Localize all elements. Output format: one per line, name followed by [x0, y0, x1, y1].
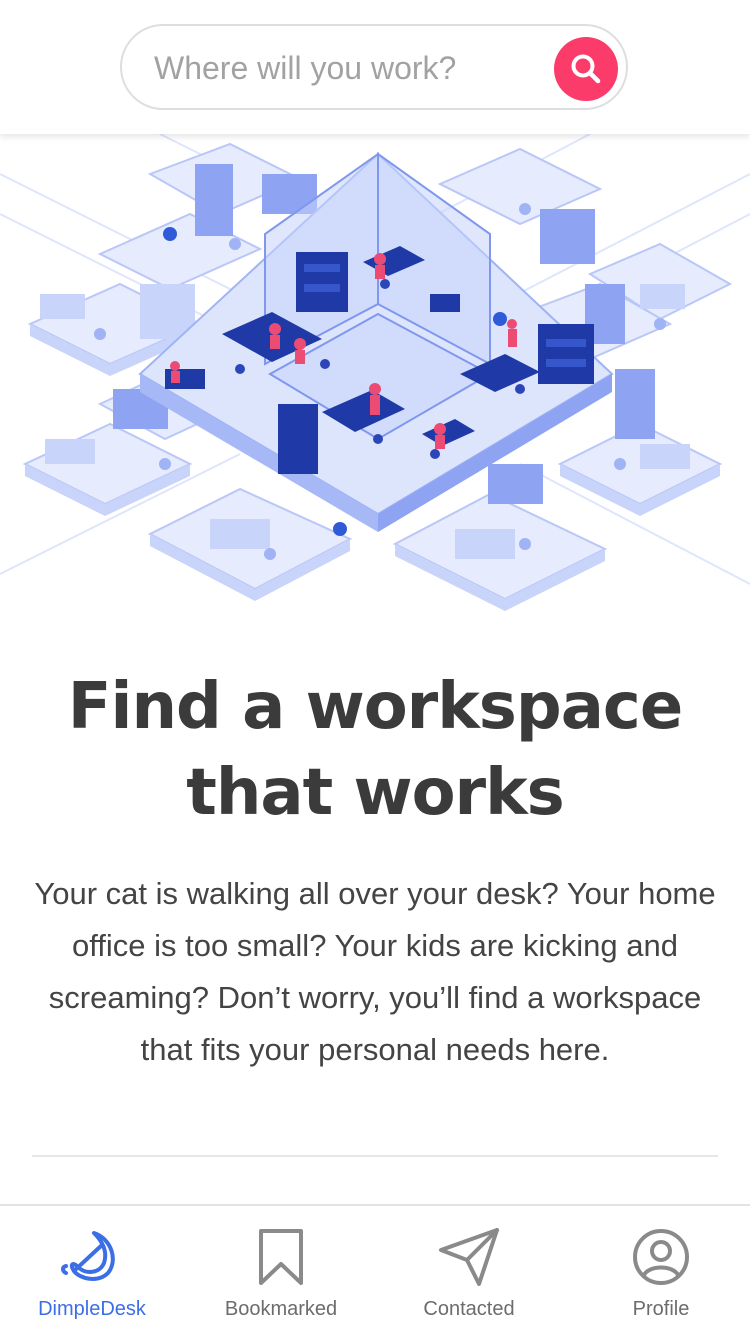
profile-icon: [633, 1229, 689, 1285]
search-button[interactable]: [554, 37, 618, 101]
tab-profile[interactable]: Profile: [571, 1206, 750, 1334]
section-divider: [32, 1155, 718, 1157]
page-title: Find a workspace that works: [0, 664, 750, 836]
description-text: Your cat is walking all over your desk? …: [34, 876, 716, 1067]
tab-label: Profile: [632, 1298, 690, 1320]
dimpledesk-logo-icon: [61, 1231, 115, 1281]
tab-label: Contacted: [423, 1298, 515, 1320]
search-input[interactable]: [152, 40, 546, 96]
tab-dimpledesk[interactable]: DimpleDesk: [2, 1206, 182, 1334]
tab-contacted[interactable]: Contacted: [379, 1206, 559, 1334]
bottom-tab-bar: DimpleDesk Bookmarked Contacted Profile: [0, 1204, 750, 1334]
tab-bookmarked[interactable]: Bookmarked: [191, 1206, 371, 1334]
bookmark-icon: [259, 1229, 303, 1285]
title-line-2: that works: [186, 756, 565, 830]
search-icon: [571, 54, 601, 84]
title-line-1: Find a workspace: [67, 670, 683, 744]
search-bar[interactable]: [120, 24, 628, 110]
top-header: [0, 0, 750, 134]
tab-label: Bookmarked: [224, 1298, 338, 1320]
send-icon: [439, 1228, 499, 1286]
tab-label: DimpleDesk: [38, 1298, 146, 1320]
hero-illustration: [0, 134, 750, 616]
